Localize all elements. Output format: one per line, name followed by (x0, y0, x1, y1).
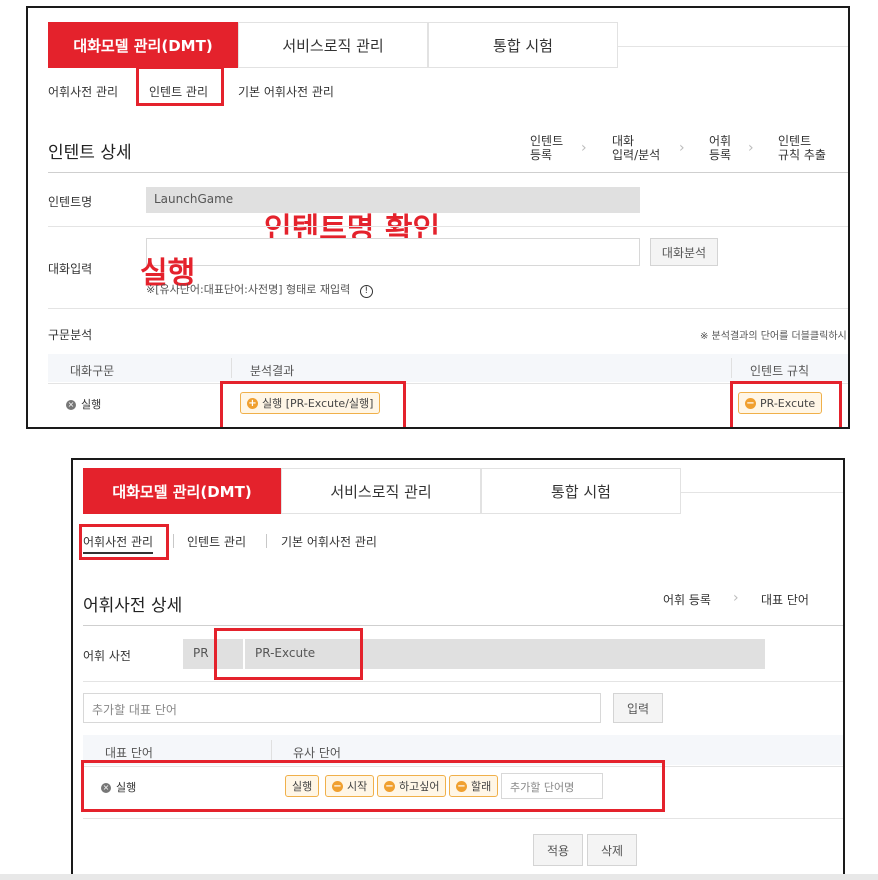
parse-label: 구문분석 (48, 328, 93, 342)
col-divider (731, 358, 732, 378)
divider (83, 681, 843, 682)
tab-service-logic[interactable]: 서비스로직 관리 (238, 22, 428, 68)
highlight-intent-tab (136, 66, 224, 106)
info-icon: ! (359, 285, 373, 298)
subnav-basic-dictionary[interactable]: 기본 어휘사전 관리 (281, 533, 377, 550)
hint-text: ※[유사단어:대표단어:사전명] 형태로 재입력 ! (146, 281, 373, 298)
divider (83, 818, 843, 819)
chevron-right-icon: › (733, 590, 739, 606)
chevron-right-icon: › (748, 140, 754, 156)
col-divider (271, 740, 272, 760)
highlight-word-row (81, 760, 665, 812)
col-rule: 인텐트 규칙 (750, 364, 810, 378)
analyze-button[interactable]: 대화분석 (650, 238, 718, 266)
dict-label: 어휘 사전 (83, 649, 131, 663)
divider (48, 308, 848, 309)
subnav-dictionary[interactable]: 어휘사전 관리 (48, 83, 118, 100)
dictionary-detail-panel: 대화모델 관리(DMT) 서비스로직 관리 통합 시험 어휘사전 관리 인텐트 … (71, 458, 845, 876)
col-similar: 유사 단어 (293, 746, 341, 760)
tab-integration-test[interactable]: 통합 시험 (481, 468, 681, 514)
table-header (48, 354, 848, 382)
col-phrase: 대화구문 (70, 364, 115, 378)
subnav-divider (173, 534, 174, 548)
dialog-input-label: 대화입력 (48, 262, 93, 276)
delete-button[interactable]: 삭제 (587, 834, 637, 866)
highlight-dict-name (214, 628, 363, 680)
col-divider (231, 358, 232, 378)
dialog-input-field[interactable] (146, 238, 640, 266)
tab-underline (681, 492, 843, 493)
chevron-right-icon: › (679, 140, 685, 156)
tab-integration-test[interactable]: 통합 시험 (428, 22, 618, 68)
subnav-basic-dictionary[interactable]: 기본 어휘사전 관리 (238, 83, 334, 100)
col-result: 분석결과 (250, 364, 295, 378)
add-word-input[interactable]: 추가할 대표 단어 (83, 693, 601, 723)
page-title: 어휘사전 상세 (83, 596, 183, 616)
table-row-phrase[interactable]: × 실행 (66, 396, 101, 412)
tab-service-logic[interactable]: 서비스로직 관리 (281, 468, 481, 514)
subnav-intent[interactable]: 인텐트 관리 (187, 533, 246, 550)
input-button[interactable]: 입력 (613, 693, 663, 723)
step-dialog-input[interactable]: 대화 입력/분석 (612, 134, 660, 162)
highlight-dictionary-tab (79, 524, 169, 560)
divider (48, 172, 848, 173)
step-intent-register[interactable]: 인텐트 등록 (530, 134, 563, 162)
page-title: 인텐트 상세 (48, 143, 132, 163)
tab-dmt[interactable]: 대화모델 관리(DMT) (83, 468, 281, 514)
apply-button[interactable]: 적용 (533, 834, 583, 866)
chevron-right-icon: › (581, 140, 587, 156)
divider (83, 625, 843, 626)
highlight-result (220, 381, 406, 427)
intent-detail-panel: 대화모델 관리(DMT) 서비스로직 관리 통합 시험 어휘사전 관리 인텐트 … (26, 6, 850, 429)
step-representative-word[interactable]: 대표 단어 (761, 593, 809, 607)
remove-icon[interactable]: × (66, 400, 76, 410)
col-representative: 대표 단어 (105, 746, 153, 760)
intent-name-label: 인텐트명 (48, 195, 93, 209)
highlight-rule (730, 381, 842, 427)
step-vocab-register[interactable]: 어휘 등록 (709, 134, 731, 162)
divider (48, 226, 848, 227)
tab-underline (618, 46, 848, 47)
step-vocab-register[interactable]: 어휘 등록 (663, 593, 711, 607)
step-rule-extract[interactable]: 인텐트 규칙 추출 (778, 134, 826, 162)
tab-dmt[interactable]: 대화모델 관리(DMT) (48, 22, 238, 68)
subnav-divider (266, 534, 267, 548)
parse-hint: ※ 분석결과의 단어를 더블클릭하시 (700, 331, 847, 342)
bottom-strip (0, 874, 878, 880)
